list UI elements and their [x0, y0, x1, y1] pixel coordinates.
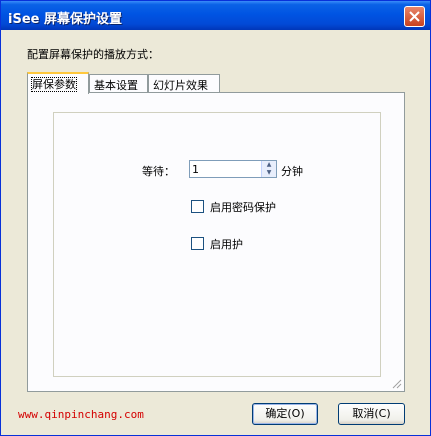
close-button[interactable]	[404, 6, 425, 27]
close-icon	[409, 11, 420, 22]
settings-dialog: iSee 屏幕保护设置 配置屏幕保护的播放方式： 屏保参数 基本设置 幻灯片效果…	[0, 0, 431, 436]
tab-panel: 等待： ▲ ▼ 分钟 启用密码保护 启用护	[27, 92, 405, 392]
window-title: iSee 屏幕保护设置	[8, 12, 122, 27]
tab-screensaver-params[interactable]: 屏保参数	[27, 72, 89, 94]
wait-input[interactable]	[192, 162, 260, 176]
title-bar[interactable]: iSee 屏幕保护设置	[1, 1, 430, 30]
spin-up-icon[interactable]: ▲	[262, 161, 276, 169]
enable-checkbox[interactable]	[191, 237, 204, 250]
tab-slideshow-effects[interactable]: 幻灯片效果	[148, 74, 220, 92]
stepper-arrows[interactable]: ▲ ▼	[261, 161, 276, 177]
group-box: 等待： ▲ ▼ 分钟 启用密码保护 启用护	[53, 112, 381, 377]
ok-button[interactable]: 确定(O)	[252, 403, 318, 425]
spin-down-icon[interactable]: ▼	[262, 169, 276, 177]
tab-label: 基本设置	[94, 79, 138, 92]
tab-label: 屏保参数	[31, 77, 77, 92]
website-link[interactable]: www.qinpinchang.com	[18, 408, 144, 421]
enable-checkbox-label[interactable]: 启用护	[210, 236, 243, 252]
tab-basic-settings[interactable]: 基本设置	[89, 74, 148, 92]
wait-label: 等待：	[142, 165, 175, 178]
section-label: 配置屏幕保护的播放方式：	[27, 48, 159, 61]
password-checkbox-label[interactable]: 启用密码保护	[210, 199, 276, 215]
password-checkbox[interactable]	[191, 200, 204, 213]
resize-grip-icon[interactable]	[390, 377, 402, 389]
cancel-button[interactable]: 取消(C)	[338, 403, 405, 425]
wait-stepper[interactable]: ▲ ▼	[189, 160, 277, 178]
tab-label: 幻灯片效果	[153, 79, 208, 92]
wait-unit: 分钟	[281, 165, 303, 178]
